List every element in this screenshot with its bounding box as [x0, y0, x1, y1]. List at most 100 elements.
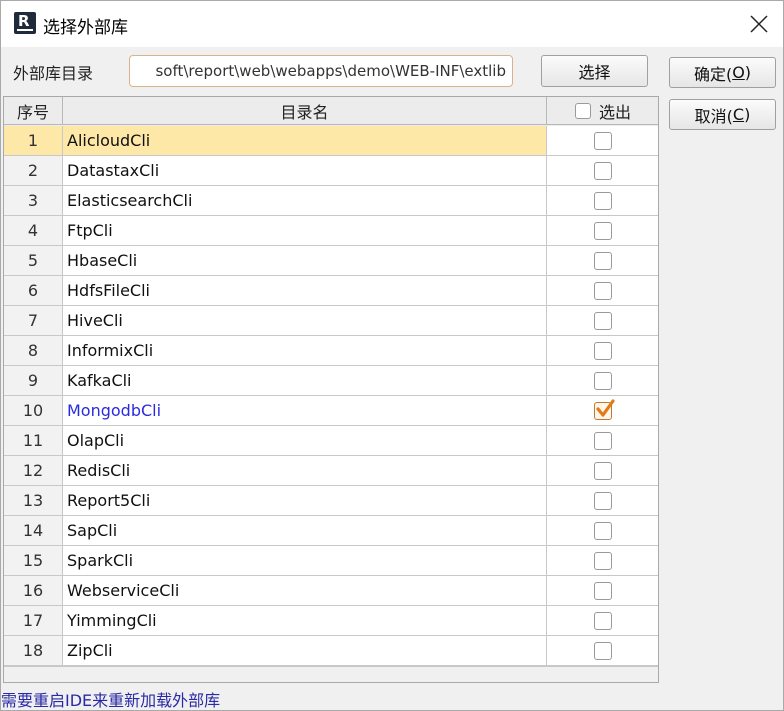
row-directory-name: SapCli — [63, 516, 547, 546]
table-row[interactable]: 10 MongodbCli — [4, 396, 658, 426]
title-bar: R 选择外部库 — [1, 1, 783, 47]
row-select-checkbox[interactable] — [594, 641, 612, 660]
window-title: 选择外部库 — [43, 18, 128, 38]
row-select-checkbox[interactable] — [594, 131, 612, 150]
table-row[interactable]: 8 InformixCli — [4, 336, 658, 366]
row-select-cell — [547, 606, 658, 636]
table-row[interactable]: 7 HiveCli — [4, 306, 658, 336]
column-header-number[interactable]: 序号 — [4, 97, 63, 125]
row-directory-name: WebserviceCli — [63, 576, 547, 606]
directory-path-value: soft\report\web\webapps\demo\WEB-INF\ext… — [155, 62, 506, 80]
table-row[interactable]: 6 HdfsFileCli — [4, 276, 658, 306]
row-number: 2 — [4, 156, 63, 186]
row-select-checkbox[interactable] — [594, 311, 612, 330]
row-directory-name: HdfsFileCli — [63, 276, 547, 306]
row-number: 17 — [4, 606, 63, 636]
row-directory-name: HiveCli — [63, 306, 547, 336]
row-directory-name: AlicloudCli — [63, 126, 547, 156]
row-directory-name: MongodbCli — [63, 396, 547, 426]
row-select-checkbox[interactable] — [594, 161, 612, 180]
row-number: 6 — [4, 276, 63, 306]
directory-label: 外部库目录 — [13, 64, 94, 83]
row-select-cell — [547, 276, 658, 306]
table-row[interactable]: 17 YimmingCli — [4, 606, 658, 636]
select-all-checkbox[interactable] — [574, 102, 591, 119]
row-directory-name: InformixCli — [63, 336, 547, 366]
row-select-checkbox[interactable] — [594, 371, 612, 390]
ok-button[interactable]: 确定(O) — [669, 57, 776, 88]
row-select-checkbox[interactable] — [594, 281, 612, 300]
cancel-button[interactable]: 取消(C) — [669, 99, 776, 130]
row-select-checkbox[interactable] — [594, 341, 612, 360]
row-number: 10 — [4, 396, 63, 426]
row-select-cell — [547, 636, 658, 666]
close-button[interactable] — [742, 9, 776, 39]
choose-button[interactable]: 选择 — [541, 55, 648, 87]
row-select-checkbox[interactable] — [594, 251, 612, 270]
row-select-checkbox[interactable] — [594, 551, 612, 570]
row-select-cell — [547, 396, 658, 426]
table-row[interactable]: 14 SapCli — [4, 516, 658, 546]
row-select-checkbox[interactable] — [594, 491, 612, 510]
row-select-cell — [547, 426, 658, 456]
row-directory-name: FtpCli — [63, 216, 547, 246]
row-select-checkbox[interactable] — [594, 581, 612, 600]
row-number: 13 — [4, 486, 63, 516]
row-select-checkbox[interactable] — [594, 461, 612, 480]
table-row[interactable]: 11 OlapCli — [4, 426, 658, 456]
cancel-label-tail: ) — [744, 105, 751, 124]
column-header-select[interactable]: 选出 — [547, 97, 658, 125]
row-select-cell — [547, 456, 658, 486]
table-empty-area — [4, 666, 658, 682]
row-number: 5 — [4, 246, 63, 276]
cancel-mnemonic: C — [732, 105, 745, 124]
table-row[interactable]: 16 WebserviceCli — [4, 576, 658, 606]
row-select-cell — [547, 156, 658, 186]
column-header-select-label: 选出 — [598, 102, 631, 122]
row-directory-name: ZipCli — [63, 636, 547, 666]
row-number: 3 — [4, 186, 63, 216]
table-row[interactable]: 5 HbaseCli — [4, 246, 658, 276]
row-select-cell — [547, 336, 658, 366]
row-select-cell — [547, 216, 658, 246]
ok-label-tail: ) — [744, 63, 752, 82]
table-row[interactable]: 2 DatastaxCli — [4, 156, 658, 186]
table-row[interactable]: 4 FtpCli — [4, 216, 658, 246]
row-number: 18 — [4, 636, 63, 666]
row-select-checkbox[interactable] — [594, 431, 612, 450]
row-select-checkbox[interactable] — [594, 611, 612, 630]
ok-mnemonic: O — [732, 63, 745, 82]
row-select-cell — [547, 546, 658, 576]
table-body: 1 AlicloudCli 2 DatastaxCli 3 ElasticsearchCl… — [4, 126, 658, 666]
row-select-cell — [547, 516, 658, 546]
row-directory-name: YimmingCli — [63, 606, 547, 636]
row-directory-name: DatastaxCli — [63, 156, 547, 186]
library-table: 序号 目录名 选出 1 AlicloudCli 2 DatastaxCli 3 Elast… — [3, 96, 659, 683]
row-select-checkbox[interactable] — [594, 221, 612, 240]
row-number: 8 — [4, 336, 63, 366]
table-row[interactable]: 12 RedisCli — [4, 456, 658, 486]
row-directory-name: RedisCli — [63, 456, 547, 486]
directory-path-input[interactable]: soft\report\web\webapps\demo\WEB-INF\ext… — [129, 55, 513, 87]
row-select-cell — [547, 576, 658, 606]
table-row[interactable]: 18 ZipCli — [4, 636, 658, 666]
row-select-checkbox[interactable] — [594, 191, 612, 210]
row-select-checkbox[interactable] — [594, 398, 615, 420]
row-select-checkbox[interactable] — [594, 521, 612, 540]
table-row[interactable]: 13 Report5Cli — [4, 486, 658, 516]
row-select-cell — [547, 486, 658, 516]
row-select-cell — [547, 366, 658, 396]
row-directory-name: HbaseCli — [63, 246, 547, 276]
table-row[interactable]: 1 AlicloudCli — [4, 126, 658, 156]
table-header: 序号 目录名 选出 — [4, 97, 658, 126]
row-select-cell — [547, 246, 658, 276]
table-row[interactable]: 3 ElasticsearchCli — [4, 186, 658, 216]
row-directory-name: ElasticsearchCli — [63, 186, 547, 216]
table-row[interactable]: 9 KafkaCli — [4, 366, 658, 396]
row-directory-name: KafkaCli — [63, 366, 547, 396]
row-number: 12 — [4, 456, 63, 486]
column-header-name[interactable]: 目录名 — [63, 97, 547, 125]
row-directory-name: SparkCli — [63, 546, 547, 576]
dialog-window: R 选择外部库 外部库目录 soft\report\web\webapps\de… — [0, 0, 784, 711]
table-row[interactable]: 15 SparkCli — [4, 546, 658, 576]
